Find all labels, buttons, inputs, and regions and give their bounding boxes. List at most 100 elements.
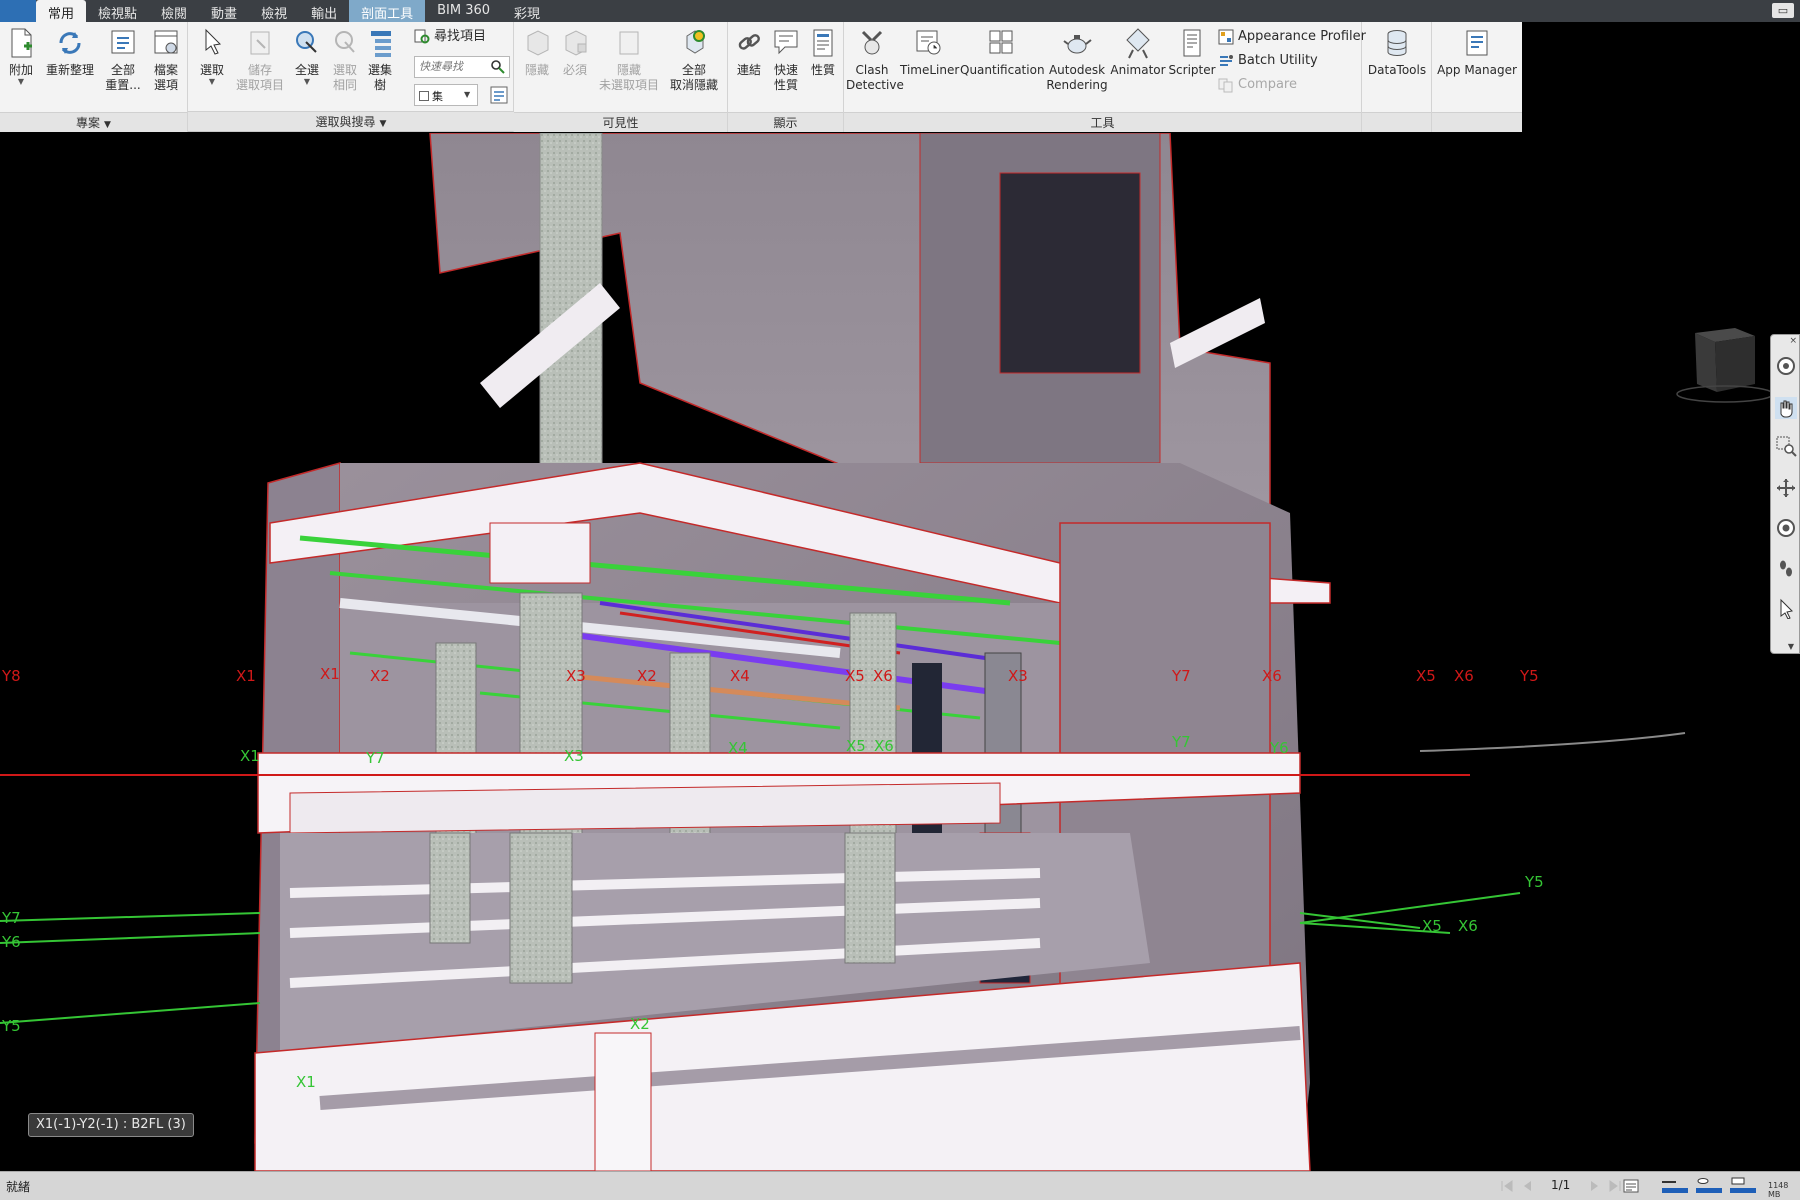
tab-sectioning-tools[interactable]: 剖面工具 bbox=[349, 0, 426, 22]
grid-label: Y7 bbox=[2, 909, 21, 927]
chevron-down-icon: ▼ bbox=[104, 120, 111, 130]
application-menu-button[interactable] bbox=[0, 0, 36, 22]
basement-column-1 bbox=[509, 832, 573, 984]
selection-tree-button[interactable]: 選集 樹 bbox=[366, 26, 394, 93]
steering-wheel-icon[interactable] bbox=[1775, 355, 1797, 377]
find-items-button[interactable]: 尋找項目 bbox=[414, 26, 486, 48]
viewcube-front-face[interactable] bbox=[1695, 333, 1717, 392]
batch-utility-label: Batch Utility bbox=[1238, 53, 1318, 68]
tab-review[interactable]: 檢閱 bbox=[149, 0, 199, 22]
batch-utility-button[interactable]: Batch Utility bbox=[1218, 50, 1318, 72]
unhide-all-button[interactable]: 全部 取消隱藏 bbox=[664, 26, 724, 93]
grid-label: Y8 bbox=[2, 667, 21, 685]
clash-detective-button[interactable]: Clash Detective bbox=[846, 26, 904, 93]
viewcube-side-face[interactable] bbox=[1715, 336, 1755, 392]
pan-hand-icon[interactable] bbox=[1775, 397, 1797, 419]
green-grid-y7 bbox=[0, 912, 261, 922]
animator-icon bbox=[1126, 28, 1150, 59]
scripter-button[interactable]: Scripter bbox=[1168, 26, 1216, 78]
quick-properties-button[interactable]: 快速 性質 bbox=[768, 26, 804, 93]
tab-render[interactable]: 彩現 bbox=[502, 0, 552, 22]
select-button[interactable]: 選取 ▼ bbox=[194, 26, 230, 86]
quantification-button[interactable]: Quantification bbox=[960, 26, 1045, 78]
first-sheet-icon[interactable] bbox=[1498, 1177, 1516, 1195]
navbar-options-button[interactable]: ▼ bbox=[1788, 642, 1794, 651]
sheet-browser-icon[interactable] bbox=[1622, 1177, 1640, 1195]
selection-tree-label-1: 選集 bbox=[367, 63, 392, 77]
hide-unselected-label-1: 隱藏 bbox=[616, 63, 641, 77]
tab-output[interactable]: 輸出 bbox=[299, 0, 349, 22]
select-all-button[interactable]: 全選 ▼ bbox=[290, 26, 324, 86]
walk-footprints-icon[interactable] bbox=[1775, 557, 1797, 579]
selection-tree-label-2: 樹 bbox=[373, 78, 386, 92]
chevron-down-icon: ▼ bbox=[303, 77, 311, 86]
tab-home[interactable]: 常用 bbox=[36, 0, 87, 22]
grid-label: X5 bbox=[1416, 667, 1436, 685]
sets-dropdown-value: 集 bbox=[432, 90, 443, 103]
tab-view[interactable]: 檢視 bbox=[249, 0, 299, 22]
pencil-progress-icon[interactable] bbox=[1660, 1177, 1690, 1195]
building-model-render[interactable] bbox=[0, 133, 1800, 1171]
animator-button[interactable]: Animator bbox=[1110, 26, 1166, 78]
disk-progress-icon[interactable] bbox=[1694, 1177, 1724, 1195]
find-items-icon bbox=[414, 29, 430, 43]
clash-detective-icon bbox=[861, 30, 883, 55]
reset-all-button[interactable]: 全部 重置... bbox=[102, 26, 144, 93]
tower-dark-room bbox=[999, 172, 1141, 374]
quick-properties-label-1: 快速 bbox=[773, 63, 798, 77]
datatools-button[interactable]: DataTools bbox=[1364, 26, 1430, 78]
panel-title-tools: 工具 bbox=[844, 112, 1361, 132]
autodesk-rendering-label-1: Autodesk bbox=[1048, 63, 1106, 77]
navisworks-window: 常用 檢視點 檢閱 動畫 檢視 輸出 剖面工具 BIM 360 彩現 ▭ 附加 … bbox=[0, 0, 1800, 1200]
unhide-all-icon bbox=[686, 30, 705, 54]
panel-title-select-search[interactable]: 選取與搜尋 ▼ bbox=[188, 111, 514, 131]
select-same-button[interactable]: 選取 相同 bbox=[328, 26, 362, 93]
timeliner-button[interactable]: TimeLiner bbox=[900, 26, 959, 78]
grid-label: Y7 bbox=[1172, 667, 1191, 685]
tab-bim360[interactable]: BIM 360 bbox=[425, 0, 502, 22]
look-around-eye-icon[interactable] bbox=[1775, 517, 1797, 539]
zoom-window-icon[interactable] bbox=[1775, 435, 1797, 457]
navbar-close-button[interactable]: × bbox=[1789, 336, 1797, 346]
file-options-icon bbox=[154, 30, 178, 54]
tab-viewpoint[interactable]: 檢視點 bbox=[86, 0, 149, 22]
web-server-progress-icon[interactable] bbox=[1728, 1177, 1758, 1195]
select-cursor-icon[interactable] bbox=[1775, 597, 1797, 619]
properties-button[interactable]: 性質 bbox=[806, 26, 840, 78]
file-options-button[interactable]: 檔案 選項 bbox=[148, 26, 184, 93]
grid-label: X4 bbox=[728, 739, 748, 757]
appearance-profiler-button[interactable]: Appearance Profiler bbox=[1218, 26, 1366, 48]
status-text: 就緒 bbox=[6, 1180, 31, 1194]
reset-all-label-2: 重置... bbox=[105, 78, 141, 92]
next-sheet-icon[interactable] bbox=[1586, 1177, 1604, 1195]
panel-title-project[interactable]: 專案 ▼ bbox=[0, 112, 187, 132]
chevron-down-icon[interactable]: ▼ bbox=[464, 90, 470, 99]
minimize-ribbon-button[interactable]: ▭ bbox=[1772, 3, 1794, 18]
hide-unselected-button[interactable]: 隱藏 未選取項目 bbox=[596, 26, 662, 93]
hide-button[interactable]: 隱藏 bbox=[520, 26, 554, 78]
database-icon bbox=[1387, 30, 1407, 57]
previous-sheet-icon[interactable] bbox=[1518, 1177, 1536, 1195]
require-button[interactable]: 必須 bbox=[558, 26, 592, 78]
links-button[interactable]: 連結 bbox=[732, 26, 766, 78]
append-button[interactable]: 附加 ▼ bbox=[4, 26, 38, 86]
3d-viewport[interactable]: Y8 X1 X1 X2 X3 X2 X4 X5 X6 X3 Y7 X6 X5 X… bbox=[0, 133, 1800, 1171]
manage-sets-icon[interactable] bbox=[488, 84, 510, 106]
compare-button[interactable]: Compare bbox=[1218, 74, 1297, 96]
viewcube[interactable] bbox=[1665, 318, 1775, 408]
save-selection-button[interactable]: 儲存 選取項目 bbox=[234, 26, 286, 93]
ribbon: 附加 ▼ 重新整理 全部 重置... 檔案 選項 專案 ▼ 選取 ▼ 儲存 選取… bbox=[0, 22, 1522, 132]
grid-label: Y7 bbox=[1172, 733, 1191, 751]
distant-ground-line bbox=[1419, 732, 1686, 752]
autodesk-rendering-button[interactable]: Autodesk Rendering bbox=[1046, 26, 1108, 93]
grid-label: X6 bbox=[1458, 917, 1478, 935]
refresh-button[interactable]: 重新整理 bbox=[44, 26, 96, 78]
app-manager-button[interactable]: App Manager bbox=[1434, 26, 1520, 78]
grid-label: Y5 bbox=[2, 1017, 21, 1035]
links-label: 連結 bbox=[736, 63, 761, 77]
clash-detective-label-1: Clash bbox=[855, 63, 889, 77]
tab-animation[interactable]: 動畫 bbox=[199, 0, 249, 22]
binoculars-icon[interactable] bbox=[490, 58, 506, 74]
orbit-icon[interactable] bbox=[1775, 477, 1797, 499]
clash-detective-label-2: Detective bbox=[846, 78, 904, 92]
